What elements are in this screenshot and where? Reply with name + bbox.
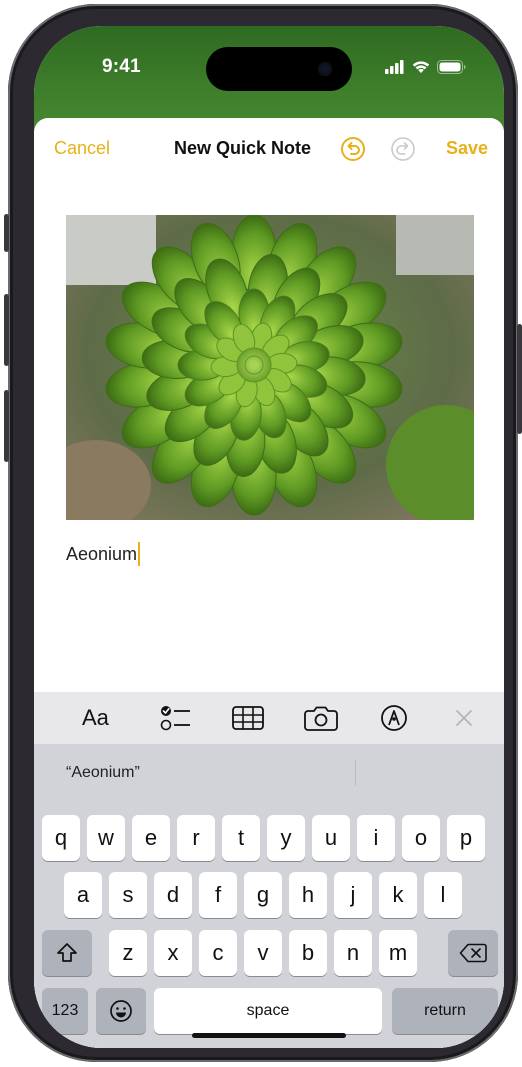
numbers-key[interactable]: 123 bbox=[42, 988, 88, 1034]
status-bar: 9:41 bbox=[34, 26, 504, 116]
key-z[interactable]: z bbox=[109, 930, 147, 976]
nav-bar: Cancel New Quick Note Save bbox=[34, 118, 504, 174]
return-key[interactable]: return bbox=[392, 988, 498, 1034]
wifi-icon bbox=[412, 61, 430, 73]
key-f[interactable]: f bbox=[199, 872, 237, 918]
key-j[interactable]: j bbox=[334, 872, 372, 918]
emoji-key[interactable] bbox=[96, 988, 146, 1034]
note-text[interactable]: Aeonium bbox=[66, 542, 141, 566]
home-indicator bbox=[192, 1033, 346, 1038]
key-w[interactable]: w bbox=[87, 815, 125, 861]
status-time: 9:41 bbox=[102, 56, 141, 77]
predictive-bar: “Aeonium” bbox=[34, 744, 504, 802]
space-key[interactable]: space bbox=[154, 988, 382, 1034]
screen: 9:41 Cancel New Quick Note Save Aeonium … bbox=[34, 26, 504, 1048]
key-b[interactable]: b bbox=[289, 930, 327, 976]
key-g[interactable]: g bbox=[244, 872, 282, 918]
status-icons bbox=[385, 59, 466, 74]
pen-tip-icon bbox=[381, 705, 407, 731]
suggestion-1[interactable]: “Aeonium” bbox=[66, 764, 140, 782]
front-camera bbox=[318, 62, 332, 76]
key-n[interactable]: n bbox=[334, 930, 372, 976]
text-cursor bbox=[138, 542, 141, 566]
key-s[interactable]: s bbox=[109, 872, 147, 918]
key-l[interactable]: l bbox=[424, 872, 462, 918]
action-button bbox=[4, 214, 9, 252]
checklist-button[interactable] bbox=[160, 704, 192, 732]
save-button[interactable]: Save bbox=[446, 138, 488, 159]
shift-key[interactable] bbox=[42, 930, 92, 976]
shift-icon bbox=[57, 943, 77, 962]
note-body[interactable]: Aeonium bbox=[66, 544, 137, 565]
key-p[interactable]: p bbox=[447, 815, 485, 861]
key-t[interactable]: t bbox=[222, 815, 260, 861]
table-icon bbox=[232, 706, 264, 730]
note-photo[interactable] bbox=[66, 215, 474, 520]
key-c[interactable]: c bbox=[199, 930, 237, 976]
format-text-button[interactable]: Aa bbox=[82, 704, 109, 732]
key-h[interactable]: h bbox=[289, 872, 327, 918]
cancel-button[interactable]: Cancel bbox=[54, 138, 110, 159]
volume-down-button bbox=[4, 390, 9, 462]
checklist-icon bbox=[160, 706, 190, 731]
key-k[interactable]: k bbox=[379, 872, 417, 918]
key-v[interactable]: v bbox=[244, 930, 282, 976]
quick-note-sheet: Cancel New Quick Note Save Aeonium Aa “A… bbox=[34, 118, 504, 1048]
cellular-signal-icon bbox=[385, 59, 404, 74]
key-q[interactable]: q bbox=[42, 815, 80, 861]
key-o[interactable]: o bbox=[402, 815, 440, 861]
side-button bbox=[517, 324, 522, 434]
key-m[interactable]: m bbox=[379, 930, 417, 976]
backspace-icon bbox=[459, 943, 487, 963]
close-icon bbox=[456, 710, 472, 726]
keyboard: “Aeonium” q w e r t y u i o p a s d f g bbox=[34, 744, 504, 1048]
key-i[interactable]: i bbox=[357, 815, 395, 861]
camera-button[interactable] bbox=[304, 704, 338, 732]
table-button[interactable] bbox=[232, 704, 264, 732]
suggestion-divider bbox=[355, 760, 356, 786]
key-r[interactable]: r bbox=[177, 815, 215, 861]
key-d[interactable]: d bbox=[154, 872, 192, 918]
redo-icon[interactable] bbox=[390, 136, 416, 162]
emoji-icon bbox=[110, 1000, 132, 1022]
succulent-photo bbox=[66, 215, 474, 520]
volume-up-button bbox=[4, 294, 9, 366]
phone-frame: 9:41 Cancel New Quick Note Save Aeonium … bbox=[4, 4, 522, 1062]
dynamic-island bbox=[206, 47, 352, 91]
key-a[interactable]: a bbox=[64, 872, 102, 918]
delete-key[interactable] bbox=[448, 930, 498, 976]
undo-icon[interactable] bbox=[340, 136, 366, 162]
format-toolbar: Aa bbox=[34, 692, 504, 744]
close-toolbar-button[interactable] bbox=[454, 704, 474, 732]
markup-button[interactable] bbox=[380, 704, 408, 732]
key-u[interactable]: u bbox=[312, 815, 350, 861]
key-e[interactable]: e bbox=[132, 815, 170, 861]
key-y[interactable]: y bbox=[267, 815, 305, 861]
page-title: New Quick Note bbox=[174, 138, 312, 158]
battery-icon bbox=[437, 59, 466, 74]
camera-icon bbox=[304, 706, 338, 731]
key-x[interactable]: x bbox=[154, 930, 192, 976]
